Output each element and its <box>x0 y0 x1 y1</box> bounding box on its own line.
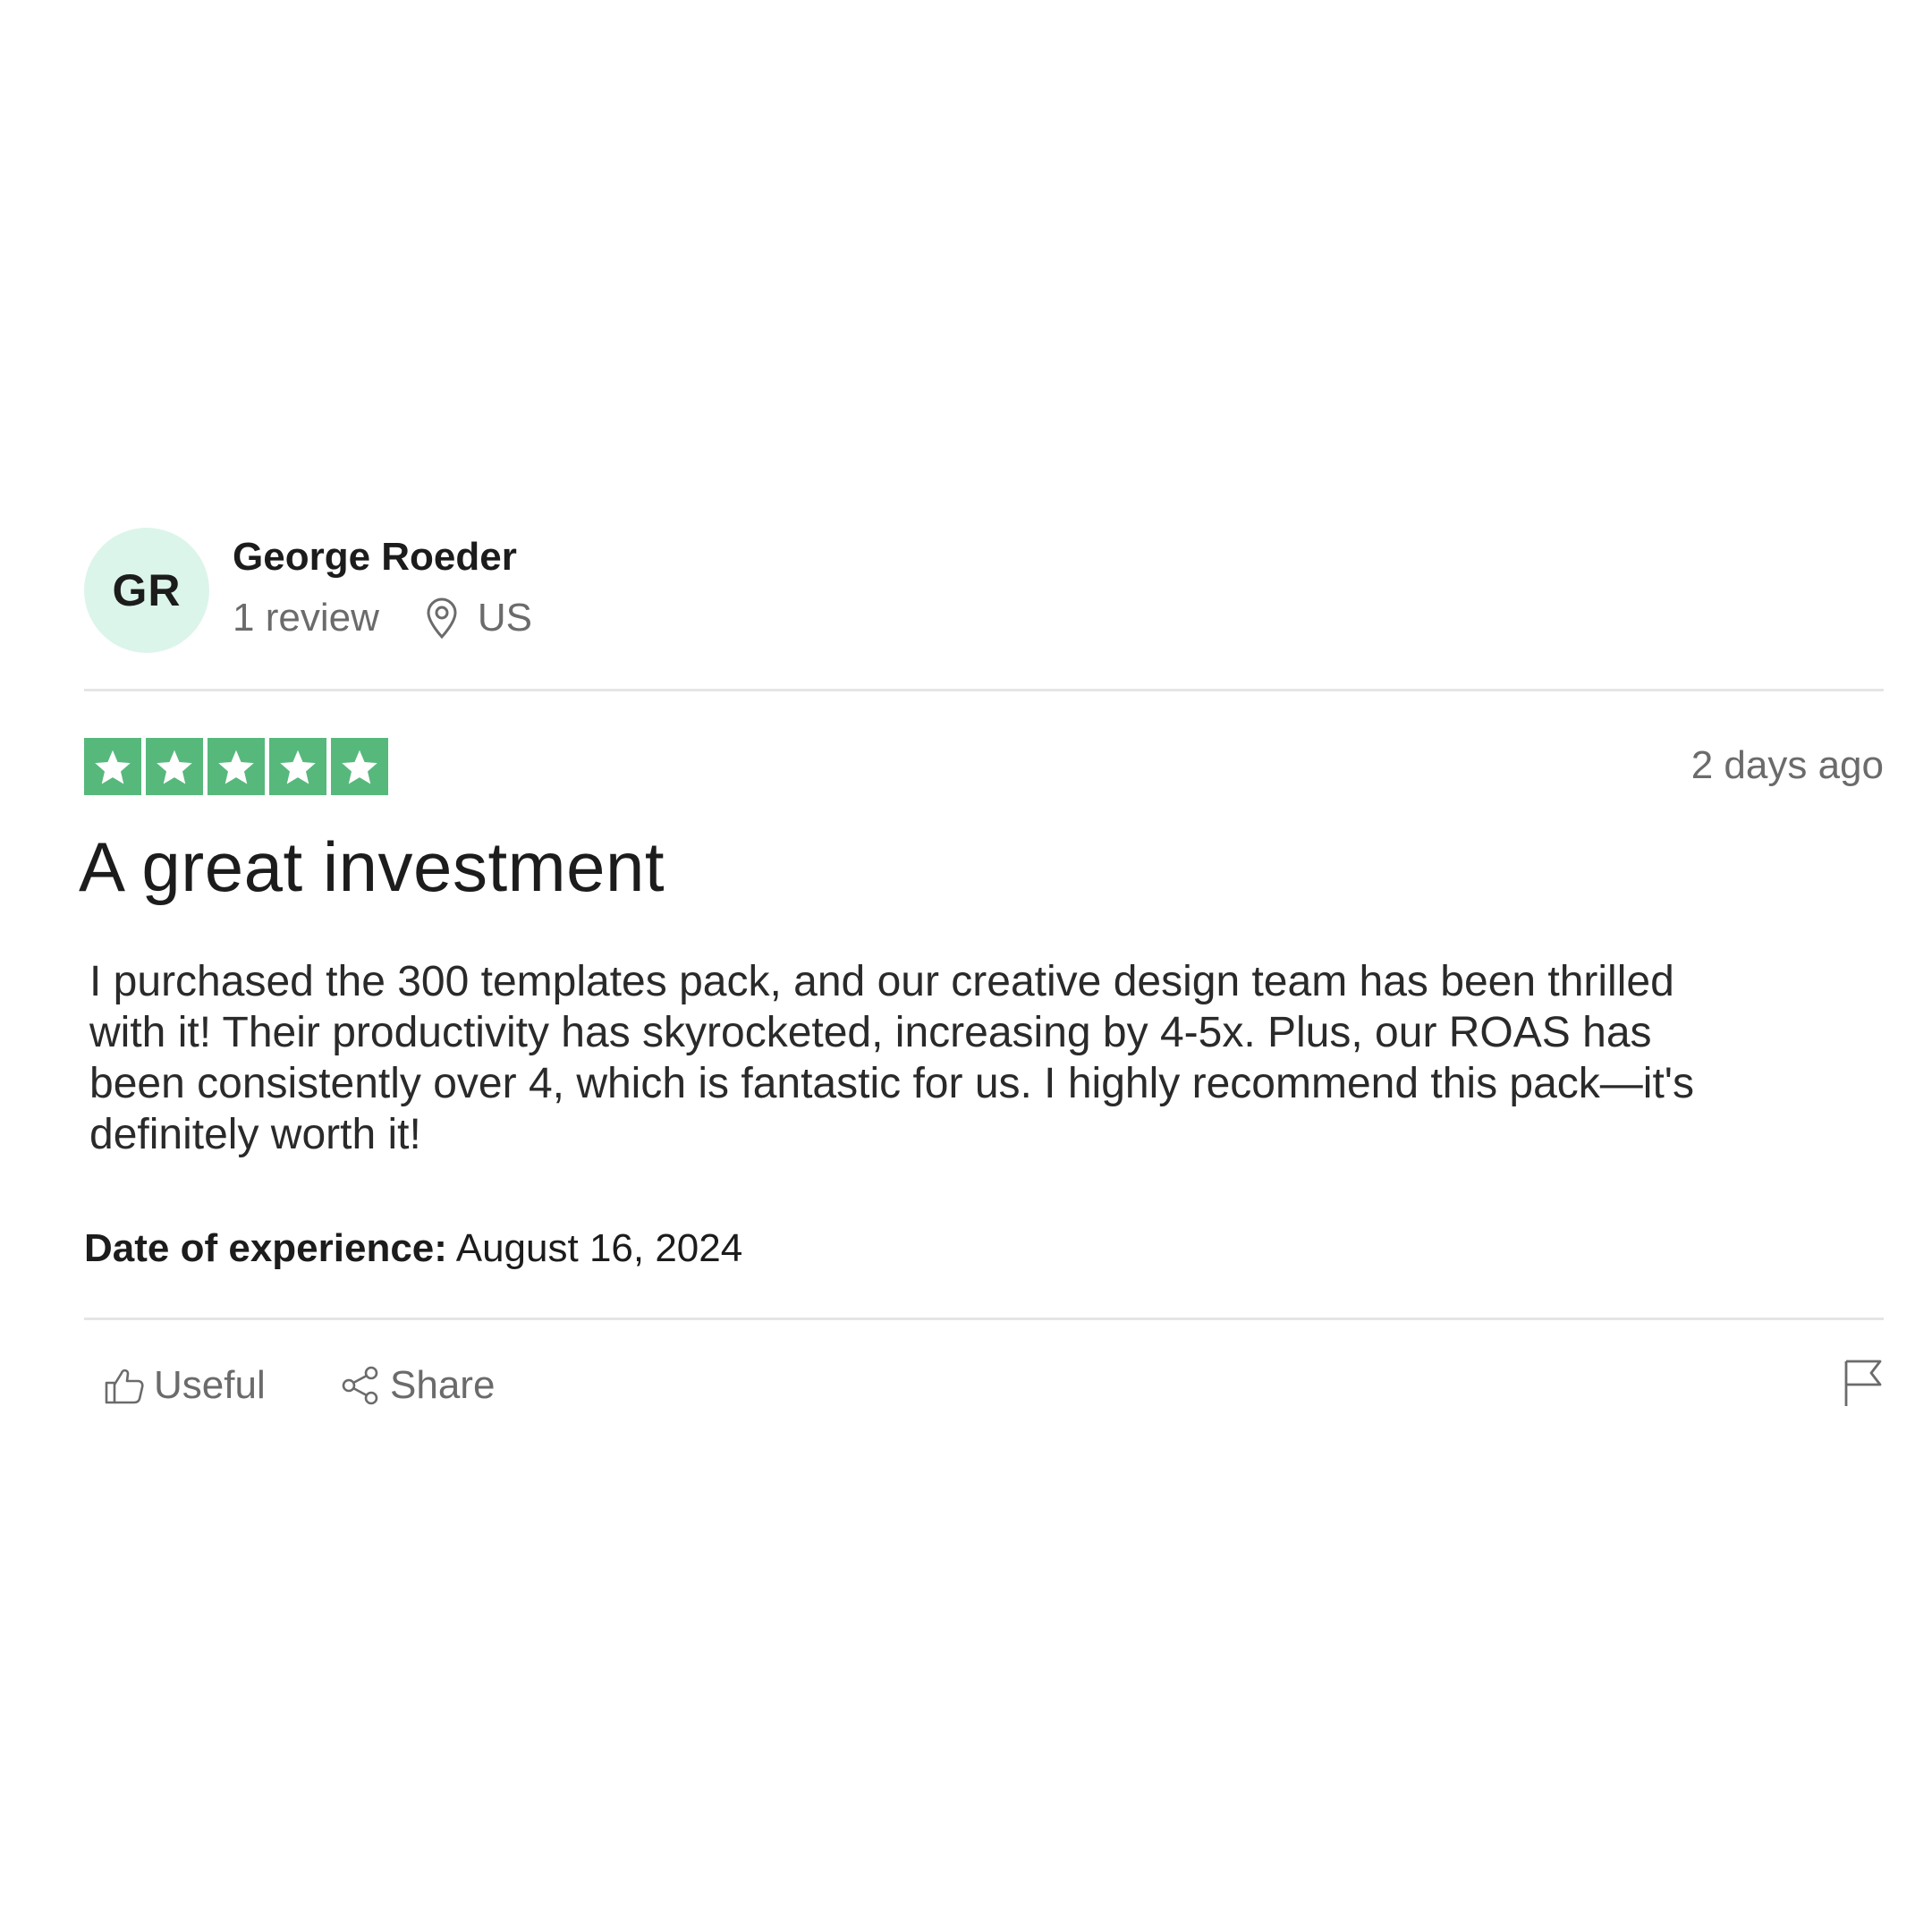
star-icon <box>331 738 388 795</box>
review-title[interactable]: A great investment <box>79 828 1884 906</box>
experience-label: Date of experience: <box>84 1225 447 1270</box>
location-pin-icon <box>424 597 460 640</box>
star-icon <box>84 738 141 795</box>
review-body-line: with it! Their productivity has skyrocke… <box>89 1008 1652 1056</box>
reviewer-header: GR George Roeder 1 review US <box>84 526 1884 653</box>
share-button[interactable]: Share <box>340 1363 495 1408</box>
rating-row: 2 days ago <box>84 738 1884 797</box>
thumbs-up-icon <box>104 1365 145 1406</box>
star-icon <box>208 738 265 795</box>
reviewer-meta: 1 review US <box>233 596 532 640</box>
review-date: 2 days ago <box>1690 743 1884 787</box>
star-icon <box>269 738 326 795</box>
review-actions: Useful Share <box>84 1360 1884 1444</box>
avatar[interactable]: GR <box>84 528 209 653</box>
review-body-line: I purchased the 300 templates pack, and … <box>89 957 1674 1005</box>
date-of-experience: Date of experience: August 16, 2024 <box>84 1226 1884 1271</box>
review-body-line: definitely worth it! <box>89 1110 421 1158</box>
star-icon <box>146 738 203 795</box>
share-icon <box>340 1365 381 1406</box>
experience-date: August 16, 2024 <box>455 1225 743 1270</box>
review-count: 1 review <box>233 596 379 640</box>
review-body: I purchased the 300 templates pack, and … <box>89 956 1834 1160</box>
star-rating <box>84 738 388 795</box>
flag-icon[interactable] <box>1843 1358 1884 1408</box>
useful-label: Useful <box>154 1362 266 1407</box>
review-card: GR George Roeder 1 review US 2 days ago … <box>79 526 1884 1444</box>
reviewer-name[interactable]: George Roeder <box>233 535 517 580</box>
divider <box>84 1317 1884 1320</box>
useful-button[interactable]: Useful <box>104 1363 266 1408</box>
share-label: Share <box>390 1362 496 1407</box>
review-body-line: been consistently over 4, which is fanta… <box>89 1059 1694 1107</box>
reviewer-country: US <box>477 596 532 640</box>
divider <box>84 689 1884 691</box>
